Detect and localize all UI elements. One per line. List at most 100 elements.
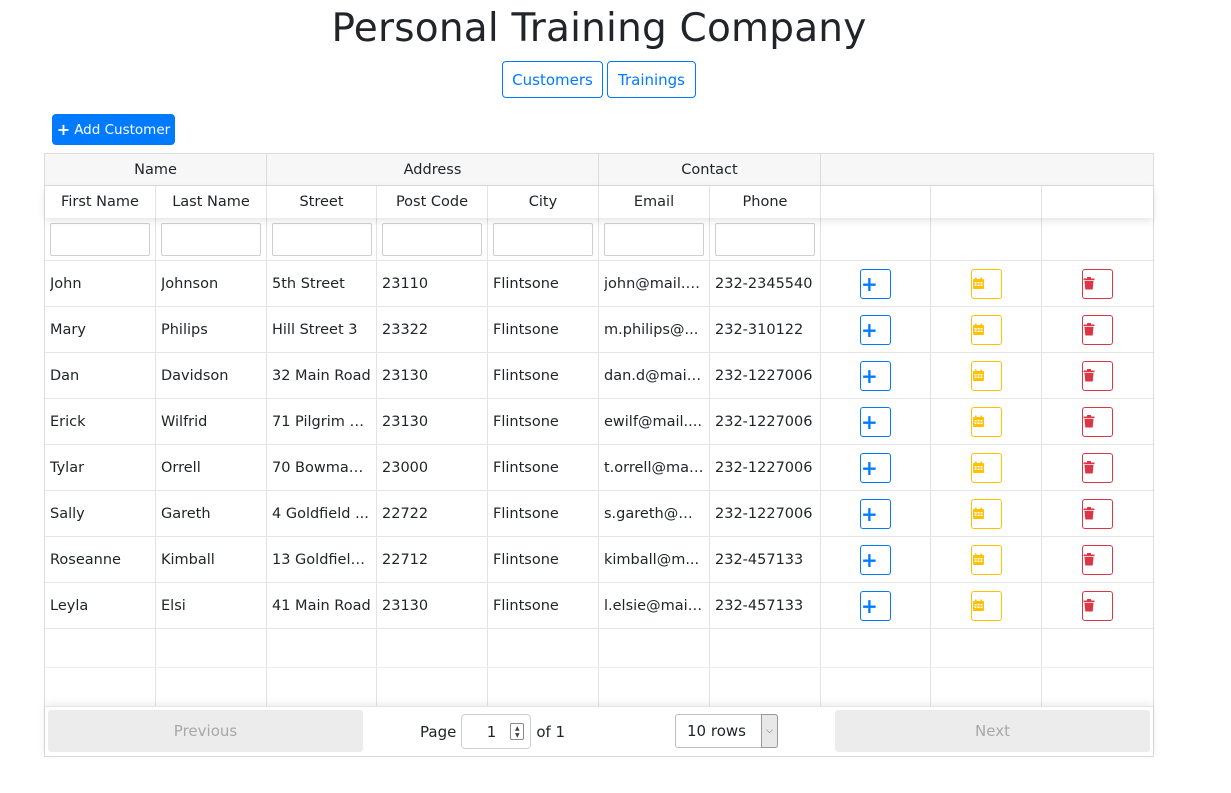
calendar-button[interactable] [970,314,1002,345]
calendar-button[interactable] [970,590,1002,621]
delete-customer-button[interactable] [1082,544,1113,575]
cell-first-name: Erick [45,399,156,444]
filter-street[interactable] [272,222,372,256]
col-phone[interactable]: Phone [710,186,821,218]
empty-cell [599,629,710,667]
calendar-button[interactable] [970,544,1002,575]
cell-post-code: 23130 [377,583,488,628]
col-street[interactable]: Street [267,186,377,218]
cell-city: Flintsone [488,491,599,536]
cell-last-name-text: Orrell [161,459,201,476]
cell-post-code: 23110 [377,261,488,306]
cell-post-code-text: 22722 [382,505,429,522]
add-training-button[interactable]: + [860,498,891,529]
cell-street-text: 71 Pilgrim A... [272,413,371,430]
cell-last-name: Davidson [156,353,267,398]
pagination-bar: Previous Page 1 ▲ ▼ of 1 10 rows ⌵ Next [45,706,1153,756]
col-last-name[interactable]: Last Name [156,186,267,218]
add-training-button[interactable]: + [860,268,891,299]
table-row: John Johnson 5th Street 23110 Flintsone john@… [45,261,1153,307]
cell-city-text: Flintsone [493,275,559,292]
cell-post-code: 22712 [377,537,488,582]
trash-icon [1083,553,1112,566]
col-action-add [821,186,931,218]
col-first-name[interactable]: First Name [45,186,156,218]
cell-last-name: Johnson [156,261,267,306]
cell-first-name: Mary [45,307,156,352]
filter-email[interactable] [604,222,704,256]
calendar-button[interactable] [970,452,1002,483]
delete-customer-button[interactable] [1082,406,1113,437]
filter-city[interactable] [493,222,593,256]
filter-post-code[interactable] [382,222,482,256]
cell-first-name: Dan [45,353,156,398]
filter-phone[interactable] [715,222,815,256]
next-page-button[interactable]: Next [835,710,1150,752]
cell-city: Flintsone [488,445,599,490]
delete-customer-button[interactable] [1082,590,1113,621]
add-customer-button[interactable]: + Add Customer [52,114,175,145]
table-row: Tylar Orrell 70 Bowman ... 23000 Flintsone t.… [45,445,1153,491]
cell-first-name: Sally [45,491,156,536]
cell-first-name: Leyla [45,583,156,628]
cell-action [1042,537,1153,582]
col-post-code[interactable]: Post Code [377,186,488,218]
calendar-button[interactable] [970,498,1002,529]
cell-city: Flintsone [488,537,599,582]
empty-cell [1042,629,1153,667]
calendar-button[interactable] [970,360,1002,391]
cell-phone: 232-1227006 [710,399,821,444]
calendar-button[interactable] [970,406,1002,437]
customers-nav-button[interactable]: Customers [502,61,603,98]
cell-street: 4 Goldfield ... [267,491,377,536]
cell-action [931,399,1042,444]
previous-page-button[interactable]: Previous [48,710,363,752]
cell-post-code-text: 22712 [382,551,429,568]
delete-customer-button[interactable] [1082,498,1113,529]
delete-customer-button[interactable] [1082,314,1113,345]
add-training-button[interactable]: + [860,406,891,437]
delete-customer-button[interactable] [1082,268,1113,299]
chevron-down-icon[interactable]: ⌵ [761,714,778,748]
delete-customer-button[interactable] [1082,360,1113,391]
col-city[interactable]: City [488,186,599,218]
filter-last-name[interactable] [161,222,261,256]
cell-first-name-text: Roseanne [50,551,121,568]
cell-last-name-text: Philips [161,321,208,338]
add-training-button[interactable]: + [860,314,891,345]
calendar-icon [972,415,1001,428]
trash-icon [1083,415,1112,428]
cell-first-name-text: Sally [50,505,85,522]
calendar-button[interactable] [970,268,1002,299]
rows-per-page-select[interactable]: 10 rows ⌵ [675,714,778,748]
cell-post-code: 22722 [377,491,488,536]
plus-icon: + [56,119,71,139]
cell-action: + [821,307,931,352]
cell-last-name: Elsi [156,583,267,628]
col-email[interactable]: Email [599,186,710,218]
cell-action [931,353,1042,398]
add-training-button[interactable]: + [860,360,891,391]
cell-phone-text: 232-1227006 [715,505,813,522]
add-training-button[interactable]: + [860,590,891,621]
cell-first-name-text: Erick [50,413,86,430]
cell-city-text: Flintsone [493,367,559,384]
cell-last-name: Kimball [156,537,267,582]
add-training-button[interactable]: + [860,544,891,575]
add-training-button[interactable]: + [860,452,891,483]
plus-icon: + [861,363,878,388]
cell-post-code-text: 23130 [382,367,429,384]
page-number-input[interactable]: 1 ▲ ▼ [461,714,532,749]
cell-email: ewilf@mail.... [599,399,710,444]
trainings-nav-button[interactable]: Trainings [607,61,696,98]
page-number-value: 1 [486,722,497,741]
cell-first-name: John [45,261,156,306]
delete-customer-button[interactable] [1082,452,1113,483]
cell-first-name-text: Leyla [50,597,89,614]
cell-street-text: 41 Main Road [272,597,371,614]
cell-first-name-text: Mary [50,321,86,338]
spinner-arrows-icon[interactable]: ▲ ▼ [510,723,525,740]
table-body: John Johnson 5th Street 23110 Flintsone john@… [45,261,1153,707]
filter-first-name[interactable] [50,222,150,256]
trash-icon [1083,461,1112,474]
